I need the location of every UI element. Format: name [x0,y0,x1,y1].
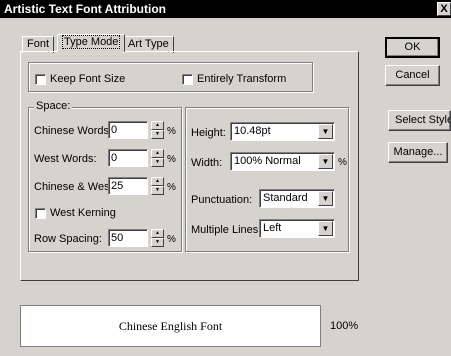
width-select[interactable]: 100% Normal ▼ [230,152,335,171]
chevron-down-icon[interactable]: ▼ [318,221,333,236]
spin-up-icon[interactable]: ▲ [151,149,164,158]
title-bar: Artistic Text Font Attribution X [0,0,451,18]
west-words-label: West Words: [34,153,97,165]
keep-font-size-checkbox[interactable]: Keep Font Size [35,73,125,85]
checkbox-box [35,207,46,219]
ok-button[interactable]: OK [385,37,440,58]
west-kerning-checkbox[interactable]: West Kerning [35,207,116,219]
percent-sign: % [167,154,176,165]
spin-down-icon[interactable]: ▼ [151,158,164,167]
chinese-west-input[interactable]: 25 [108,177,148,195]
manage-button[interactable]: Manage... [388,142,448,163]
spin-down-icon[interactable]: ▼ [151,186,164,195]
entirely-transform-checkbox[interactable]: Entirely Transform [182,73,286,85]
preview-zoom: 100% [330,320,359,332]
entirely-transform-label: Entirely Transform [197,73,287,85]
keep-font-size-label: Keep Font Size [50,73,126,85]
punctuation-label: Punctuation: [191,194,253,206]
west-words-spinner[interactable]: ▲ ▼ [151,149,164,167]
space-group-label: Space: [34,100,73,112]
chinese-words-label: Chinese Words: [34,125,113,137]
font-preview: Chinese English Font [20,305,321,347]
tab-type-mode[interactable]: Type Mode [57,34,126,52]
row-spacing-input[interactable]: 50 [108,229,148,247]
chevron-down-icon[interactable]: ▼ [318,154,333,169]
chinese-words-input[interactable]: 0 [108,121,148,139]
chinese-words-spinner[interactable]: ▲ ▼ [151,121,164,139]
spin-down-icon[interactable]: ▼ [151,130,164,139]
row-spacing-label: Row Spacing: [34,233,102,245]
window-title: Artistic Text Font Attribution [4,2,166,16]
punctuation-select[interactable]: Standard ▼ [259,189,335,208]
spin-down-icon[interactable]: ▼ [151,238,164,247]
close-button[interactable]: X [437,2,451,16]
multiple-lines-label: Multiple Lines: [191,224,262,236]
checkbox-box [182,73,193,85]
spin-up-icon[interactable]: ▲ [151,229,164,238]
row-spacing-spinner[interactable]: ▲ ▼ [151,229,164,247]
spin-up-icon[interactable]: ▲ [151,121,164,130]
height-label: Height: [191,127,226,139]
checkbox-box [35,73,46,85]
height-select[interactable]: 10.48pt ▼ [230,122,335,141]
chevron-down-icon[interactable]: ▼ [318,191,333,206]
percent-sign: % [338,157,347,168]
percent-sign: % [167,234,176,245]
west-words-input[interactable]: 0 [108,149,148,167]
west-kerning-label: West Kerning [50,207,116,219]
multiple-lines-select[interactable]: Left ▼ [259,219,335,238]
cancel-button[interactable]: Cancel [385,65,440,86]
spin-up-icon[interactable]: ▲ [151,177,164,186]
width-label: Width: [191,157,223,169]
chinese-west-label: Chinese & West: [34,181,116,193]
chinese-west-spinner[interactable]: ▲ ▼ [151,177,164,195]
select-style-button[interactable]: Select Style [388,110,451,131]
percent-sign: % [167,126,176,137]
percent-sign: % [167,182,176,193]
chevron-down-icon[interactable]: ▼ [318,124,333,139]
